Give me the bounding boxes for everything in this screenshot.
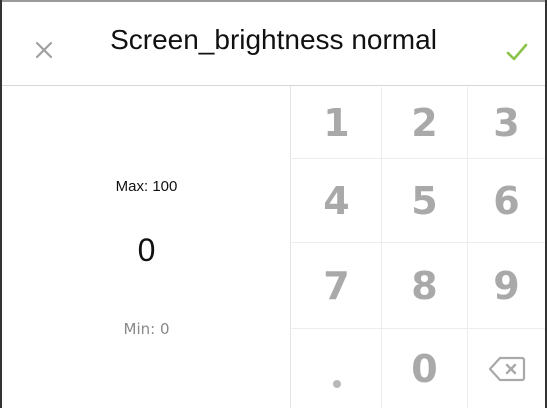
key-9[interactable]: 9: [468, 243, 545, 329]
close-button[interactable]: [22, 28, 66, 72]
max-label: Max: 100: [115, 178, 178, 195]
key-6[interactable]: 6: [468, 159, 545, 243]
key-7[interactable]: 7: [292, 243, 382, 329]
key-decimal[interactable]: [292, 329, 382, 408]
value-panel: Max: 100 0 Min: 0: [2, 86, 291, 408]
decimal-dot-icon: [332, 379, 341, 388]
dialog-title: Screen_brightness normal: [110, 24, 437, 55]
key-8[interactable]: 8: [382, 243, 468, 329]
numeric-keypad: 1 2 3 4 5 6 7 8 9 0: [292, 87, 545, 408]
confirm-button[interactable]: [495, 30, 539, 74]
key-0[interactable]: 0: [382, 329, 468, 408]
key-5[interactable]: 5: [382, 159, 468, 243]
backspace-button[interactable]: [468, 329, 545, 408]
value-display: 0: [137, 232, 156, 268]
number-input-dialog: Screen_brightness normal Max: 100 0 Min:…: [0, 0, 547, 408]
key-4[interactable]: 4: [292, 159, 382, 243]
close-icon: [35, 41, 53, 59]
key-3[interactable]: 3: [468, 87, 545, 159]
dialog-header: Screen_brightness normal: [2, 0, 545, 86]
backspace-icon: [488, 356, 525, 381]
key-2[interactable]: 2: [382, 87, 468, 159]
key-1[interactable]: 1: [292, 87, 382, 159]
checkmark-icon: [506, 43, 528, 61]
min-label: Min: 0: [123, 320, 170, 338]
